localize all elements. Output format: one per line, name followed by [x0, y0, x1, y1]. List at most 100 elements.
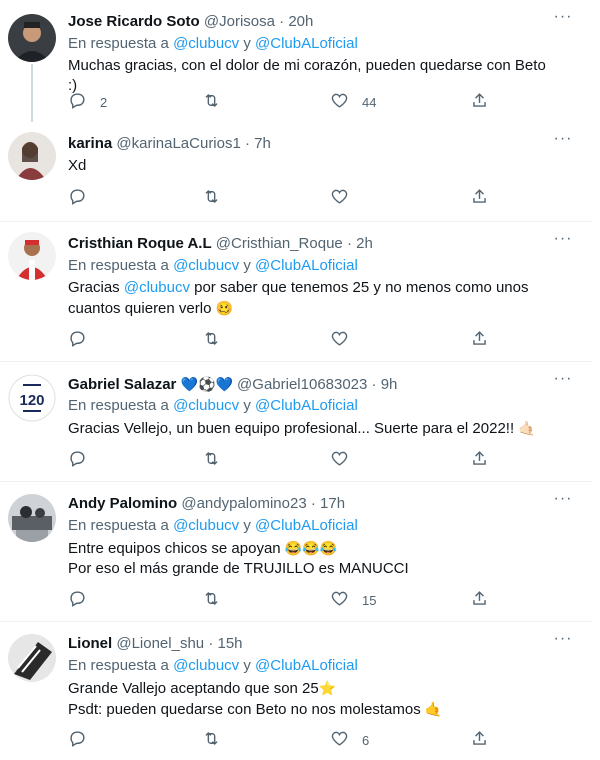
reply-icon	[68, 449, 87, 471]
timestamp[interactable]: 20h	[288, 13, 313, 30]
tweet-line: Xd	[68, 157, 87, 174]
mention-link[interactable]: @clubucv	[173, 517, 239, 534]
reply-prefix: En respuesta a	[68, 397, 169, 414]
display-name[interactable]: Jose Ricardo Soto	[68, 13, 200, 30]
user-handle[interactable]: @Gabriel10683023	[237, 376, 367, 393]
mention-link[interactable]: @clubucv	[124, 279, 190, 296]
user-handle[interactable]: @Cristhian_Roque	[216, 235, 343, 252]
more-icon[interactable]: ···	[552, 371, 574, 394]
like-button[interactable]: 15	[330, 590, 376, 610]
separator: ·	[371, 376, 377, 393]
display-name[interactable]: karina	[68, 135, 112, 152]
avatar[interactable]: 120	[8, 374, 56, 422]
avatar[interactable]	[8, 232, 56, 280]
retweet-icon	[202, 187, 221, 209]
reply-context: En respuesta a @clubucv y @ClubALoficial	[68, 256, 552, 276]
share-button[interactable]	[470, 330, 489, 350]
mention-link[interactable]: @clubucv	[173, 397, 239, 414]
like-button[interactable]: 44	[330, 92, 376, 112]
reply-context: En respuesta a @clubucv y @ClubALoficial	[68, 656, 552, 676]
like-button[interactable]	[330, 188, 349, 208]
avatar[interactable]	[8, 494, 56, 542]
avatar[interactable]	[8, 132, 56, 180]
like-button[interactable]	[330, 450, 349, 470]
avatar[interactable]	[8, 14, 56, 62]
like-button[interactable]	[330, 330, 349, 350]
retweet-button[interactable]	[202, 188, 221, 208]
timestamp[interactable]: 2h	[356, 235, 373, 252]
mention-link[interactable]: @clubucv	[173, 657, 239, 674]
avatar-logo-text: 120	[19, 392, 44, 409]
tweet-line: Entre equipos chicos se apoyan 😂😂😂	[68, 538, 552, 559]
tweet[interactable]: Lionel @Lionel_shu · 15h En respuesta a …	[0, 622, 592, 760]
reply-count: 2	[100, 94, 108, 110]
tweet[interactable]: karina @karinaLaCurios1 · 7h Xd ···	[0, 124, 592, 222]
share-button[interactable]	[470, 92, 489, 112]
retweet-icon	[202, 329, 221, 351]
action-bar	[68, 188, 488, 208]
more-icon[interactable]: ···	[552, 231, 574, 254]
avatar[interactable]	[8, 634, 56, 682]
share-button[interactable]	[470, 450, 489, 470]
display-name[interactable]: Cristhian Roque A.L	[68, 235, 212, 252]
timestamp[interactable]: 9h	[381, 376, 398, 393]
mention-link[interactable]: @clubucv	[173, 257, 239, 274]
mention-link[interactable]: @ClubALoficial	[255, 397, 358, 414]
mention-link[interactable]: @ClubALoficial	[255, 35, 358, 52]
reply-icon	[68, 91, 87, 113]
action-bar	[68, 330, 488, 350]
reply-icon	[68, 589, 87, 611]
display-name[interactable]: Lionel	[68, 635, 112, 652]
reply-button[interactable]	[68, 330, 87, 350]
reply-prefix: En respuesta a	[68, 35, 169, 52]
tweet[interactable]: 120 Gabriel Salazar 💙⚽💙 @Gabriel10683023…	[0, 362, 592, 482]
like-icon	[330, 589, 349, 611]
user-handle[interactable]: @Jorisosa	[204, 13, 275, 30]
laughing-emoji: 😂😂😂	[284, 540, 338, 556]
timestamp[interactable]: 15h	[217, 635, 242, 652]
user-handle[interactable]: @andypalomino23	[181, 495, 306, 512]
more-icon[interactable]: ···	[552, 9, 574, 32]
call-me-hand-emoji: 🤙🏻	[518, 420, 536, 436]
share-button[interactable]	[470, 188, 489, 208]
mention-link[interactable]: @clubucv	[173, 35, 239, 52]
share-button[interactable]	[470, 730, 489, 750]
like-icon	[330, 329, 349, 351]
tweet-text: Gracias @clubucv por saber que tenemos 2…	[68, 278, 552, 319]
separator: ·	[279, 13, 285, 30]
reply-button[interactable]	[68, 450, 87, 470]
more-icon[interactable]: ···	[552, 631, 574, 654]
display-name[interactable]: Gabriel Salazar	[68, 376, 176, 393]
more-icon[interactable]: ···	[552, 491, 574, 514]
action-bar	[68, 450, 488, 470]
timestamp[interactable]: 17h	[320, 495, 345, 512]
tweet[interactable]: Cristhian Roque A.L @Cristhian_Roque · 2…	[0, 222, 592, 362]
timestamp[interactable]: 7h	[254, 135, 271, 152]
reply-button[interactable]: 2	[68, 92, 107, 112]
like-button[interactable]: 6	[330, 730, 369, 750]
user-handle[interactable]: @karinaLaCurios1	[116, 135, 240, 152]
tweet[interactable]: Andy Palomino @andypalomino23 · 17h En r…	[0, 482, 592, 622]
reply-button[interactable]	[68, 590, 87, 610]
retweet-button[interactable]	[202, 450, 221, 470]
reply-context: En respuesta a @clubucv y @ClubALoficial	[68, 516, 552, 536]
reply-button[interactable]	[68, 730, 87, 750]
tweet-text: Xd	[68, 156, 552, 176]
action-bar: 2 44	[68, 92, 488, 112]
retweet-button[interactable]	[202, 330, 221, 350]
more-icon[interactable]: ···	[552, 131, 574, 154]
like-icon	[330, 187, 349, 209]
retweet-button[interactable]	[202, 92, 221, 112]
tweet-text: Grande Vallejo aceptando que son 25⭐ Psd…	[68, 678, 552, 720]
mention-link[interactable]: @ClubALoficial	[255, 257, 358, 274]
share-button[interactable]	[470, 590, 489, 610]
retweet-button[interactable]	[202, 590, 221, 610]
user-handle[interactable]: @Lionel_shu	[116, 635, 204, 652]
retweet-button[interactable]	[202, 730, 221, 750]
mention-link[interactable]: @ClubALoficial	[255, 517, 358, 534]
mention-link[interactable]: @ClubALoficial	[255, 657, 358, 674]
tweet[interactable]: Jose Ricardo Soto @Jorisosa · 20h En res…	[0, 0, 592, 124]
display-name[interactable]: Andy Palomino	[68, 495, 177, 512]
reply-conjunction: y	[243, 35, 251, 52]
reply-button[interactable]	[68, 188, 87, 208]
